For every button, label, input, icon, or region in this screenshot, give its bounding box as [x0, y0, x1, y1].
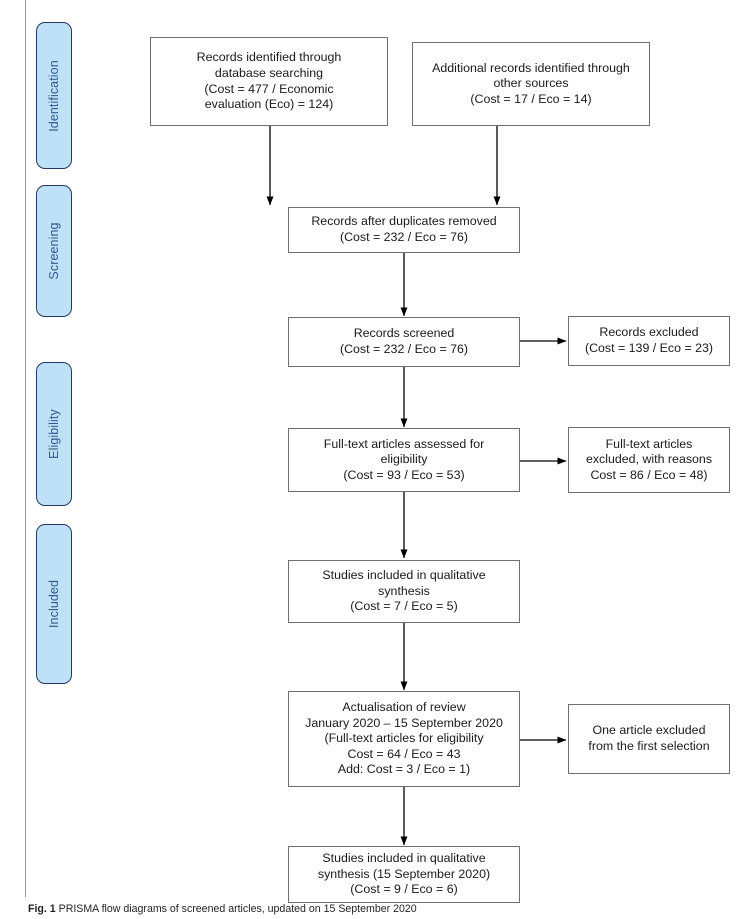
- box-one-article-excluded: One article excluded from the first sele…: [568, 704, 730, 774]
- box-studies-included-qualitative-synthesis-updated: Studies included in qualitative synthesi…: [288, 846, 520, 903]
- box-records-screened-text: Records screened (Cost = 232 / Eco = 76): [339, 326, 469, 356]
- stage-pill-identification: Identification: [36, 22, 72, 169]
- box-additional-records-other-sources-text: Additional records identified through ot…: [432, 60, 630, 106]
- stage-pill-included-label: Included: [47, 579, 61, 629]
- box-fulltext-articles-assessed: Full-text articles assessed for eligibil…: [288, 428, 520, 492]
- box-one-article-excluded-text: One article excluded from the first sele…: [588, 723, 710, 753]
- box-actualisation-of-review-text: Actualisation of review January 2020 – 1…: [305, 700, 503, 777]
- stage-pill-screening-label: Screening: [47, 222, 61, 280]
- box-fulltext-articles-excluded: Full-text articles excluded, with reason…: [568, 427, 730, 493]
- box-records-identified-database-searching-text: Records identified through database sear…: [196, 50, 342, 112]
- prisma-flow-diagram-figure: Identification Screening Eligibility Inc…: [0, 0, 744, 919]
- box-records-after-duplicates-removed-text: Records after duplicates removed (Cost =…: [311, 214, 497, 244]
- box-studies-included-qualitative-synthesis: Studies included in qualitative synthesi…: [288, 560, 520, 623]
- box-fulltext-articles-assessed-text: Full-text articles assessed for eligibil…: [323, 436, 485, 482]
- box-actualisation-of-review: Actualisation of review January 2020 – 1…: [288, 691, 520, 787]
- box-records-after-duplicates-removed: Records after duplicates removed (Cost =…: [288, 207, 520, 253]
- box-studies-included-qualitative-synthesis-updated-text: Studies included in qualitative synthesi…: [317, 851, 491, 897]
- figure-left-rule: [25, 0, 26, 897]
- stage-pill-included: Included: [36, 524, 72, 684]
- box-studies-included-qualitative-synthesis-text: Studies included in qualitative synthesi…: [322, 568, 486, 614]
- box-records-excluded: Records excluded (Cost = 139 / Eco = 23): [568, 316, 730, 366]
- figure-caption: Fig. 1 PRISMA flow diagrams of screened …: [28, 903, 417, 915]
- box-records-screened: Records screened (Cost = 232 / Eco = 76): [288, 317, 520, 367]
- figure-caption-text: PRISMA flow diagrams of screened article…: [58, 903, 417, 915]
- stage-pill-screening: Screening: [36, 185, 72, 317]
- figure-caption-label: Fig. 1: [28, 903, 56, 915]
- box-records-identified-database-searching: Records identified through database sear…: [150, 37, 388, 126]
- box-additional-records-other-sources: Additional records identified through ot…: [412, 42, 650, 126]
- stage-pill-eligibility: Eligibility: [36, 362, 72, 506]
- stage-pill-eligibility-label: Eligibility: [47, 409, 61, 459]
- box-records-excluded-text: Records excluded (Cost = 139 / Eco = 23): [584, 325, 714, 355]
- box-fulltext-articles-excluded-text: Full-text articles excluded, with reason…: [585, 436, 713, 482]
- stage-pill-identification-label: Identification: [47, 59, 61, 132]
